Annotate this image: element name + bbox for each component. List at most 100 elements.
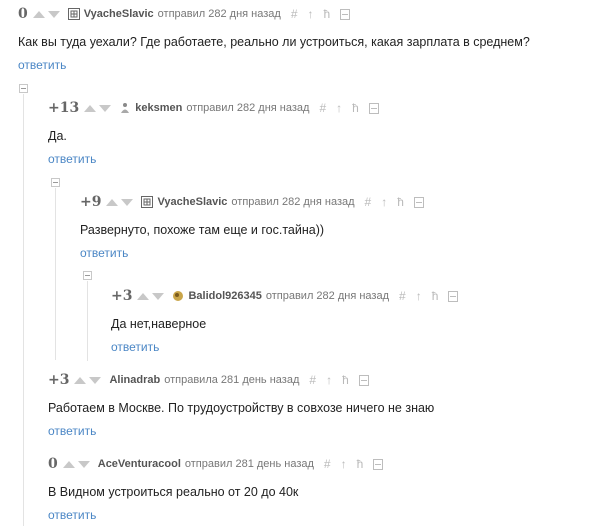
- reply-link[interactable]: ответить: [48, 424, 96, 438]
- comment-author[interactable]: VyacheSlavic: [84, 8, 154, 20]
- collapse-toggle-level2[interactable]: [51, 178, 60, 187]
- comment-timestamp[interactable]: отправил 281 день назад: [185, 458, 314, 470]
- comment-rating: +3: [48, 372, 70, 388]
- hash-link-icon[interactable]: #: [319, 102, 326, 114]
- upvote-icon[interactable]: [32, 10, 45, 18]
- downvote-icon[interactable]: [152, 292, 165, 300]
- parent-arrow-icon[interactable]: ↑: [308, 8, 314, 20]
- reply-link[interactable]: ответить: [48, 508, 96, 522]
- downvote-icon[interactable]: [77, 460, 90, 468]
- comment: 0 AceVenturacool отправил 281 день назад…: [48, 456, 384, 524]
- hash-link-icon[interactable]: #: [324, 458, 331, 470]
- grid-avatar-icon: [141, 196, 154, 208]
- comment-timestamp[interactable]: отправил 282 дня назад: [158, 8, 281, 20]
- save-icon[interactable]: [373, 458, 384, 470]
- upvote-icon[interactable]: [84, 104, 97, 112]
- vote-controls: [84, 104, 113, 112]
- comment-header: +13 keksmen отправил 282 дня назад # ↑ ħ: [48, 100, 379, 116]
- save-icon[interactable]: [340, 8, 351, 20]
- parent-arrow-icon[interactable]: ↑: [381, 196, 387, 208]
- comment-tools: # ↑ ħ: [309, 374, 369, 386]
- save-icon[interactable]: [413, 196, 424, 208]
- comment-timestamp[interactable]: отправил 282 дня назад: [231, 196, 354, 208]
- upvote-icon[interactable]: [137, 292, 150, 300]
- comment-rating: 0: [48, 456, 58, 472]
- comment-header: 0 VyacheSlavic отправил 282 дня назад # …: [18, 6, 530, 22]
- branch-icon[interactable]: ħ: [324, 8, 331, 20]
- comment-author[interactable]: Alinadrab: [109, 374, 160, 386]
- comment-timestamp[interactable]: отправил 282 дня назад: [186, 102, 309, 114]
- reply-link[interactable]: ответить: [18, 58, 66, 72]
- comment-tools: # ↑ ħ: [399, 290, 459, 302]
- hash-link-icon[interactable]: #: [399, 290, 406, 302]
- comment-text: Да нет,наверное: [111, 317, 207, 331]
- vote-controls: [137, 292, 166, 300]
- vote-controls: [32, 10, 62, 18]
- parent-arrow-icon[interactable]: ↑: [341, 458, 347, 470]
- reply-link[interactable]: ответить: [48, 152, 96, 166]
- comment-header: +3 Balidol926345 отправил 282 дня назад …: [111, 288, 459, 304]
- downvote-icon[interactable]: [121, 198, 134, 206]
- comment-header: +3 Alinadrab отправила 281 день назад # …: [48, 372, 434, 388]
- parent-arrow-icon[interactable]: ↑: [336, 102, 342, 114]
- comment-author[interactable]: Balidol926345: [188, 290, 261, 302]
- comment-header: 0 AceVenturacool отправил 281 день назад…: [48, 456, 384, 472]
- upvote-icon[interactable]: [74, 376, 87, 384]
- comment-rating: +13: [48, 100, 80, 116]
- comment: +9 VyacheSlavic отправил 282 дня назад #…: [80, 194, 424, 262]
- hash-link-icon[interactable]: #: [365, 196, 372, 208]
- comment-tools: # ↑ ħ: [319, 102, 379, 114]
- comment-text: Да.: [48, 129, 67, 143]
- grid-avatar-icon: [67, 8, 80, 20]
- branch-icon[interactable]: ħ: [397, 196, 404, 208]
- save-icon[interactable]: [358, 374, 369, 386]
- downvote-icon[interactable]: [99, 104, 112, 112]
- parent-arrow-icon[interactable]: ↑: [326, 374, 332, 386]
- vote-controls: [106, 198, 135, 206]
- collapse-toggle-level1[interactable]: [19, 84, 28, 93]
- parent-arrow-icon[interactable]: ↑: [416, 290, 422, 302]
- thread-line-level2: [55, 188, 56, 360]
- thread-line-level3: [87, 281, 88, 361]
- comment-rating: +9: [80, 194, 102, 210]
- figure-avatar-icon: [121, 103, 130, 113]
- comment-text: В Видном устроиться реально от 20 до 40к: [48, 485, 299, 499]
- comment-timestamp[interactable]: отправил 282 дня назад: [266, 290, 389, 302]
- comment-author[interactable]: VyacheSlavic: [157, 196, 227, 208]
- thread-line-level1: [23, 94, 24, 526]
- branch-icon[interactable]: ħ: [432, 290, 439, 302]
- vote-controls: [74, 376, 103, 384]
- comment-rating: +3: [111, 288, 133, 304]
- comment-tools: # ↑ ħ: [365, 196, 424, 208]
- comment-tools: # ↑ ħ: [291, 8, 351, 20]
- comment-text: Развернуто, похоже там еще и гос.тайна)): [80, 223, 325, 237]
- comment-author[interactable]: AceVenturacool: [98, 458, 181, 470]
- branch-icon[interactable]: ħ: [357, 458, 364, 470]
- hash-link-icon[interactable]: #: [309, 374, 316, 386]
- comment-text: Как вы туда уехали? Где работаете, реаль…: [18, 35, 530, 49]
- downvote-icon[interactable]: [47, 10, 60, 18]
- branch-icon[interactable]: ħ: [352, 102, 359, 114]
- vote-controls: [62, 460, 92, 468]
- comment: 0 VyacheSlavic отправил 282 дня назад # …: [18, 6, 530, 74]
- upvote-icon[interactable]: [106, 198, 119, 206]
- reply-link[interactable]: ответить: [80, 246, 128, 260]
- comment-tools: # ↑ ħ: [324, 458, 384, 470]
- downvote-icon[interactable]: [89, 376, 102, 384]
- save-icon[interactable]: [368, 102, 379, 114]
- comment: +3 Balidol926345 отправил 282 дня назад …: [111, 288, 459, 356]
- comment-rating: 0: [18, 6, 28, 22]
- branch-icon[interactable]: ħ: [342, 374, 349, 386]
- upvote-icon[interactable]: [62, 460, 75, 468]
- reply-link[interactable]: ответить: [111, 340, 159, 354]
- comment: +13 keksmen отправил 282 дня назад # ↑ ħ…: [48, 100, 379, 168]
- pill-avatar-icon: [173, 291, 184, 301]
- comment-timestamp[interactable]: отправила 281 день назад: [164, 374, 299, 386]
- comment-author[interactable]: keksmen: [135, 102, 182, 114]
- comment-text: Работаем в Москве. По трудоустройству в …: [48, 401, 435, 415]
- comment-header: +9 VyacheSlavic отправил 282 дня назад #…: [80, 194, 424, 210]
- collapse-toggle-level3[interactable]: [83, 271, 92, 280]
- hash-link-icon[interactable]: #: [291, 8, 298, 20]
- save-icon[interactable]: [448, 290, 459, 302]
- comment: +3 Alinadrab отправила 281 день назад # …: [48, 372, 434, 440]
